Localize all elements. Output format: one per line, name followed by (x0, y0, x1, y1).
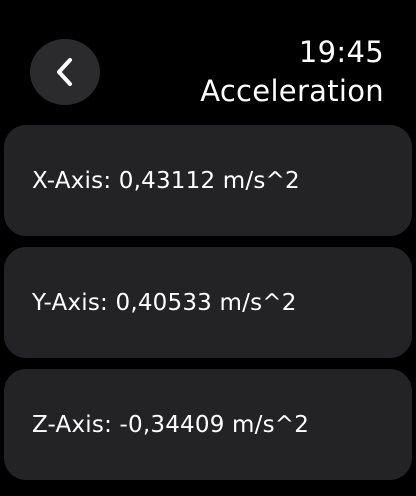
chevron-left-icon (55, 57, 75, 87)
y-axis-card[interactable]: Y-Axis: 0,40533 m/s^2 (4, 247, 412, 358)
x-axis-reading: X-Axis: 0,43112 m/s^2 (32, 167, 300, 194)
back-button[interactable] (30, 39, 100, 105)
z-axis-card[interactable]: Z-Axis: -0,34409 m/s^2 (4, 369, 412, 480)
x-axis-card[interactable]: X-Axis: 0,43112 m/s^2 (4, 125, 412, 236)
clock-time: 19:45 (298, 35, 384, 69)
z-axis-reading: Z-Axis: -0,34409 m/s^2 (32, 411, 310, 438)
y-axis-reading: Y-Axis: 0,40533 m/s^2 (32, 289, 297, 316)
page-title: Acceleration (200, 74, 384, 108)
header: 19:45 Acceleration (200, 33, 384, 111)
